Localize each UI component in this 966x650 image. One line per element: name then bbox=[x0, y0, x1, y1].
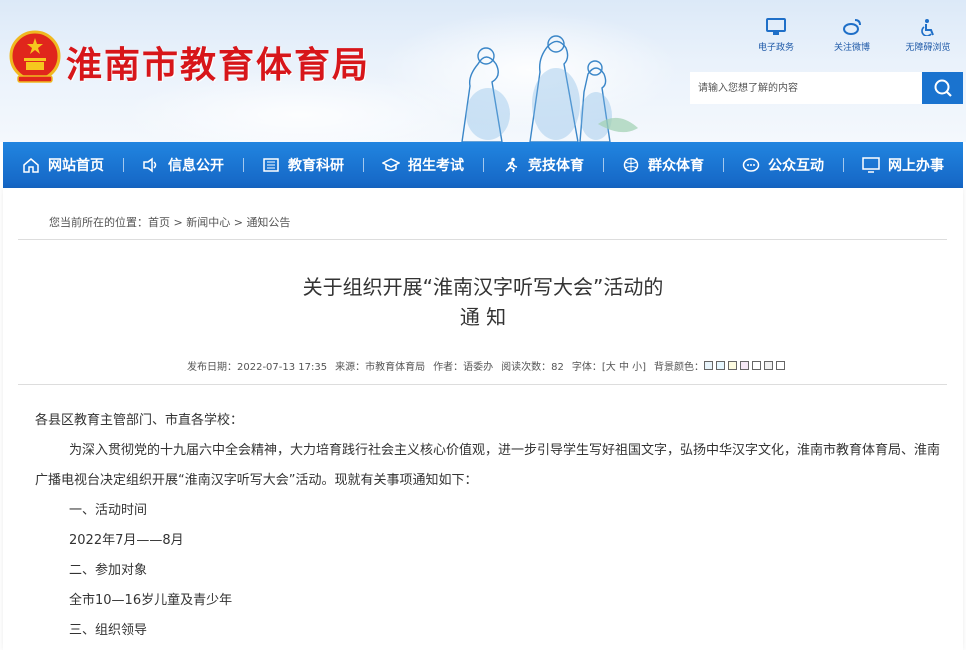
article-title-line2: 通 知 bbox=[459, 305, 507, 329]
national-emblem-icon bbox=[9, 30, 61, 83]
paragraph: 2022年7月——8月 bbox=[69, 533, 184, 548]
scholar-figures-illustration bbox=[461, 35, 638, 142]
site-title[interactable]: 淮南市教育体育局 bbox=[66, 36, 370, 88]
bg-color-swatch[interactable] bbox=[728, 361, 738, 370]
bg-color-swatch[interactable] bbox=[704, 361, 714, 370]
bg-color-swatch[interactable] bbox=[740, 361, 750, 370]
nav-item-competitive-sports[interactable]: 竞技体育 bbox=[483, 142, 603, 188]
view-count: 阅读次数：82 bbox=[501, 362, 564, 373]
bg-color-swatch[interactable] bbox=[776, 361, 786, 370]
nav-item-info-disclosure[interactable]: 信息公开 bbox=[123, 142, 243, 188]
nav-item-education-research[interactable]: 教育科研 bbox=[243, 142, 363, 188]
section-heading: 二、参加对象 bbox=[69, 563, 148, 578]
bg-color-swatch[interactable] bbox=[752, 361, 762, 370]
divider bbox=[18, 384, 947, 385]
runner-icon bbox=[505, 157, 518, 173]
breadcrumb-home[interactable]: 首页 bbox=[148, 216, 170, 229]
paragraph-intro: 为深入贯彻党的十九届六中全会精神，大力培育践行社会主义核心价值观，进一步引导学生… bbox=[35, 443, 941, 488]
search-box bbox=[690, 72, 963, 104]
search-input[interactable] bbox=[690, 72, 922, 104]
site-header: 淮南市教育体育局 电子政务 关注微博 无障碍浏览 请输入您想了解的内容 bbox=[0, 0, 966, 142]
publish-date: 发布日期：2022-07-13 17:35 bbox=[187, 362, 328, 373]
search-icon bbox=[934, 79, 952, 97]
nav-item-public-interaction[interactable]: 公众互动 bbox=[723, 142, 843, 188]
desktop-icon bbox=[862, 157, 880, 173]
divider bbox=[18, 239, 947, 240]
source: 来源：市教育体育局 bbox=[335, 362, 426, 373]
main-nav: 网站首页 信息公开 教育科研 招生考试 竞技体育 群众体育 公众互动 网上办事 bbox=[3, 142, 963, 188]
article-title-line1: 关于组织开展“淮南汉字听写大会”活动的 bbox=[302, 275, 664, 299]
paragraph-salutation: 各县区教育主管部门、市直各学校： bbox=[35, 413, 244, 428]
nav-item-mass-sports[interactable]: 群众体育 bbox=[603, 142, 723, 188]
article-meta: 发布日期：2022-07-13 17:35 来源：市教育体育局 作者：语委办 阅… bbox=[187, 358, 788, 373]
weibo-icon bbox=[843, 19, 861, 35]
chat-icon bbox=[742, 158, 760, 172]
nav-item-admissions[interactable]: 招生考试 bbox=[363, 142, 483, 188]
paragraph: 全市10—16岁儿童及青少年 bbox=[69, 593, 233, 608]
quick-link-weibo[interactable]: 关注微博 bbox=[814, 18, 890, 53]
author: 作者：语委办 bbox=[433, 362, 494, 373]
search-button[interactable] bbox=[922, 72, 963, 104]
bg-color-swatch[interactable] bbox=[764, 361, 774, 370]
accessibility-icon bbox=[921, 19, 934, 36]
section-heading: 一、活动时间 bbox=[69, 503, 148, 518]
article-body: 各县区教育主管部门、市直各学校： 为深入贯彻党的十九届六中全会精神，大力培育践行… bbox=[35, 406, 940, 646]
monitor-icon bbox=[766, 18, 786, 35]
section-heading: 三、组织领导 bbox=[69, 623, 148, 638]
breadcrumb-separator: > bbox=[233, 216, 243, 229]
nav-item-home[interactable]: 网站首页 bbox=[3, 142, 123, 188]
quick-link-e-government[interactable]: 电子政务 bbox=[738, 18, 814, 53]
graduation-cap-icon bbox=[382, 158, 400, 172]
article-container: 您当前所在的位置：首页 > 新闻中心 > 通知公告 关于组织开展“淮南汉字听写大… bbox=[3, 188, 963, 650]
breadcrumb: 您当前所在的位置：首页 > 新闻中心 > 通知公告 bbox=[49, 214, 290, 230]
quick-links: 电子政务 关注微博 无障碍浏览 bbox=[738, 18, 966, 53]
ball-icon bbox=[623, 157, 639, 173]
breadcrumb-prefix: 您当前所在的位置： bbox=[49, 216, 148, 229]
book-icon bbox=[263, 158, 279, 172]
breadcrumb-separator: > bbox=[173, 216, 183, 229]
speaker-icon bbox=[143, 157, 157, 173]
bg-color-swatch[interactable] bbox=[716, 361, 726, 370]
font-size-selector[interactable]: 字体：[大 中 小] bbox=[572, 358, 646, 373]
quick-link-accessibility[interactable]: 无障碍浏览 bbox=[890, 18, 966, 53]
article-title: 关于组织开展“淮南汉字听写大会”活动的 通 知 bbox=[3, 272, 963, 332]
bg-color-label: 背景颜色： bbox=[654, 362, 705, 373]
home-icon bbox=[23, 158, 39, 173]
nav-item-online-services[interactable]: 网上办事 bbox=[843, 142, 963, 188]
breadcrumb-news-center[interactable]: 新闻中心 bbox=[186, 216, 230, 229]
breadcrumb-notices[interactable]: 通知公告 bbox=[246, 216, 290, 229]
